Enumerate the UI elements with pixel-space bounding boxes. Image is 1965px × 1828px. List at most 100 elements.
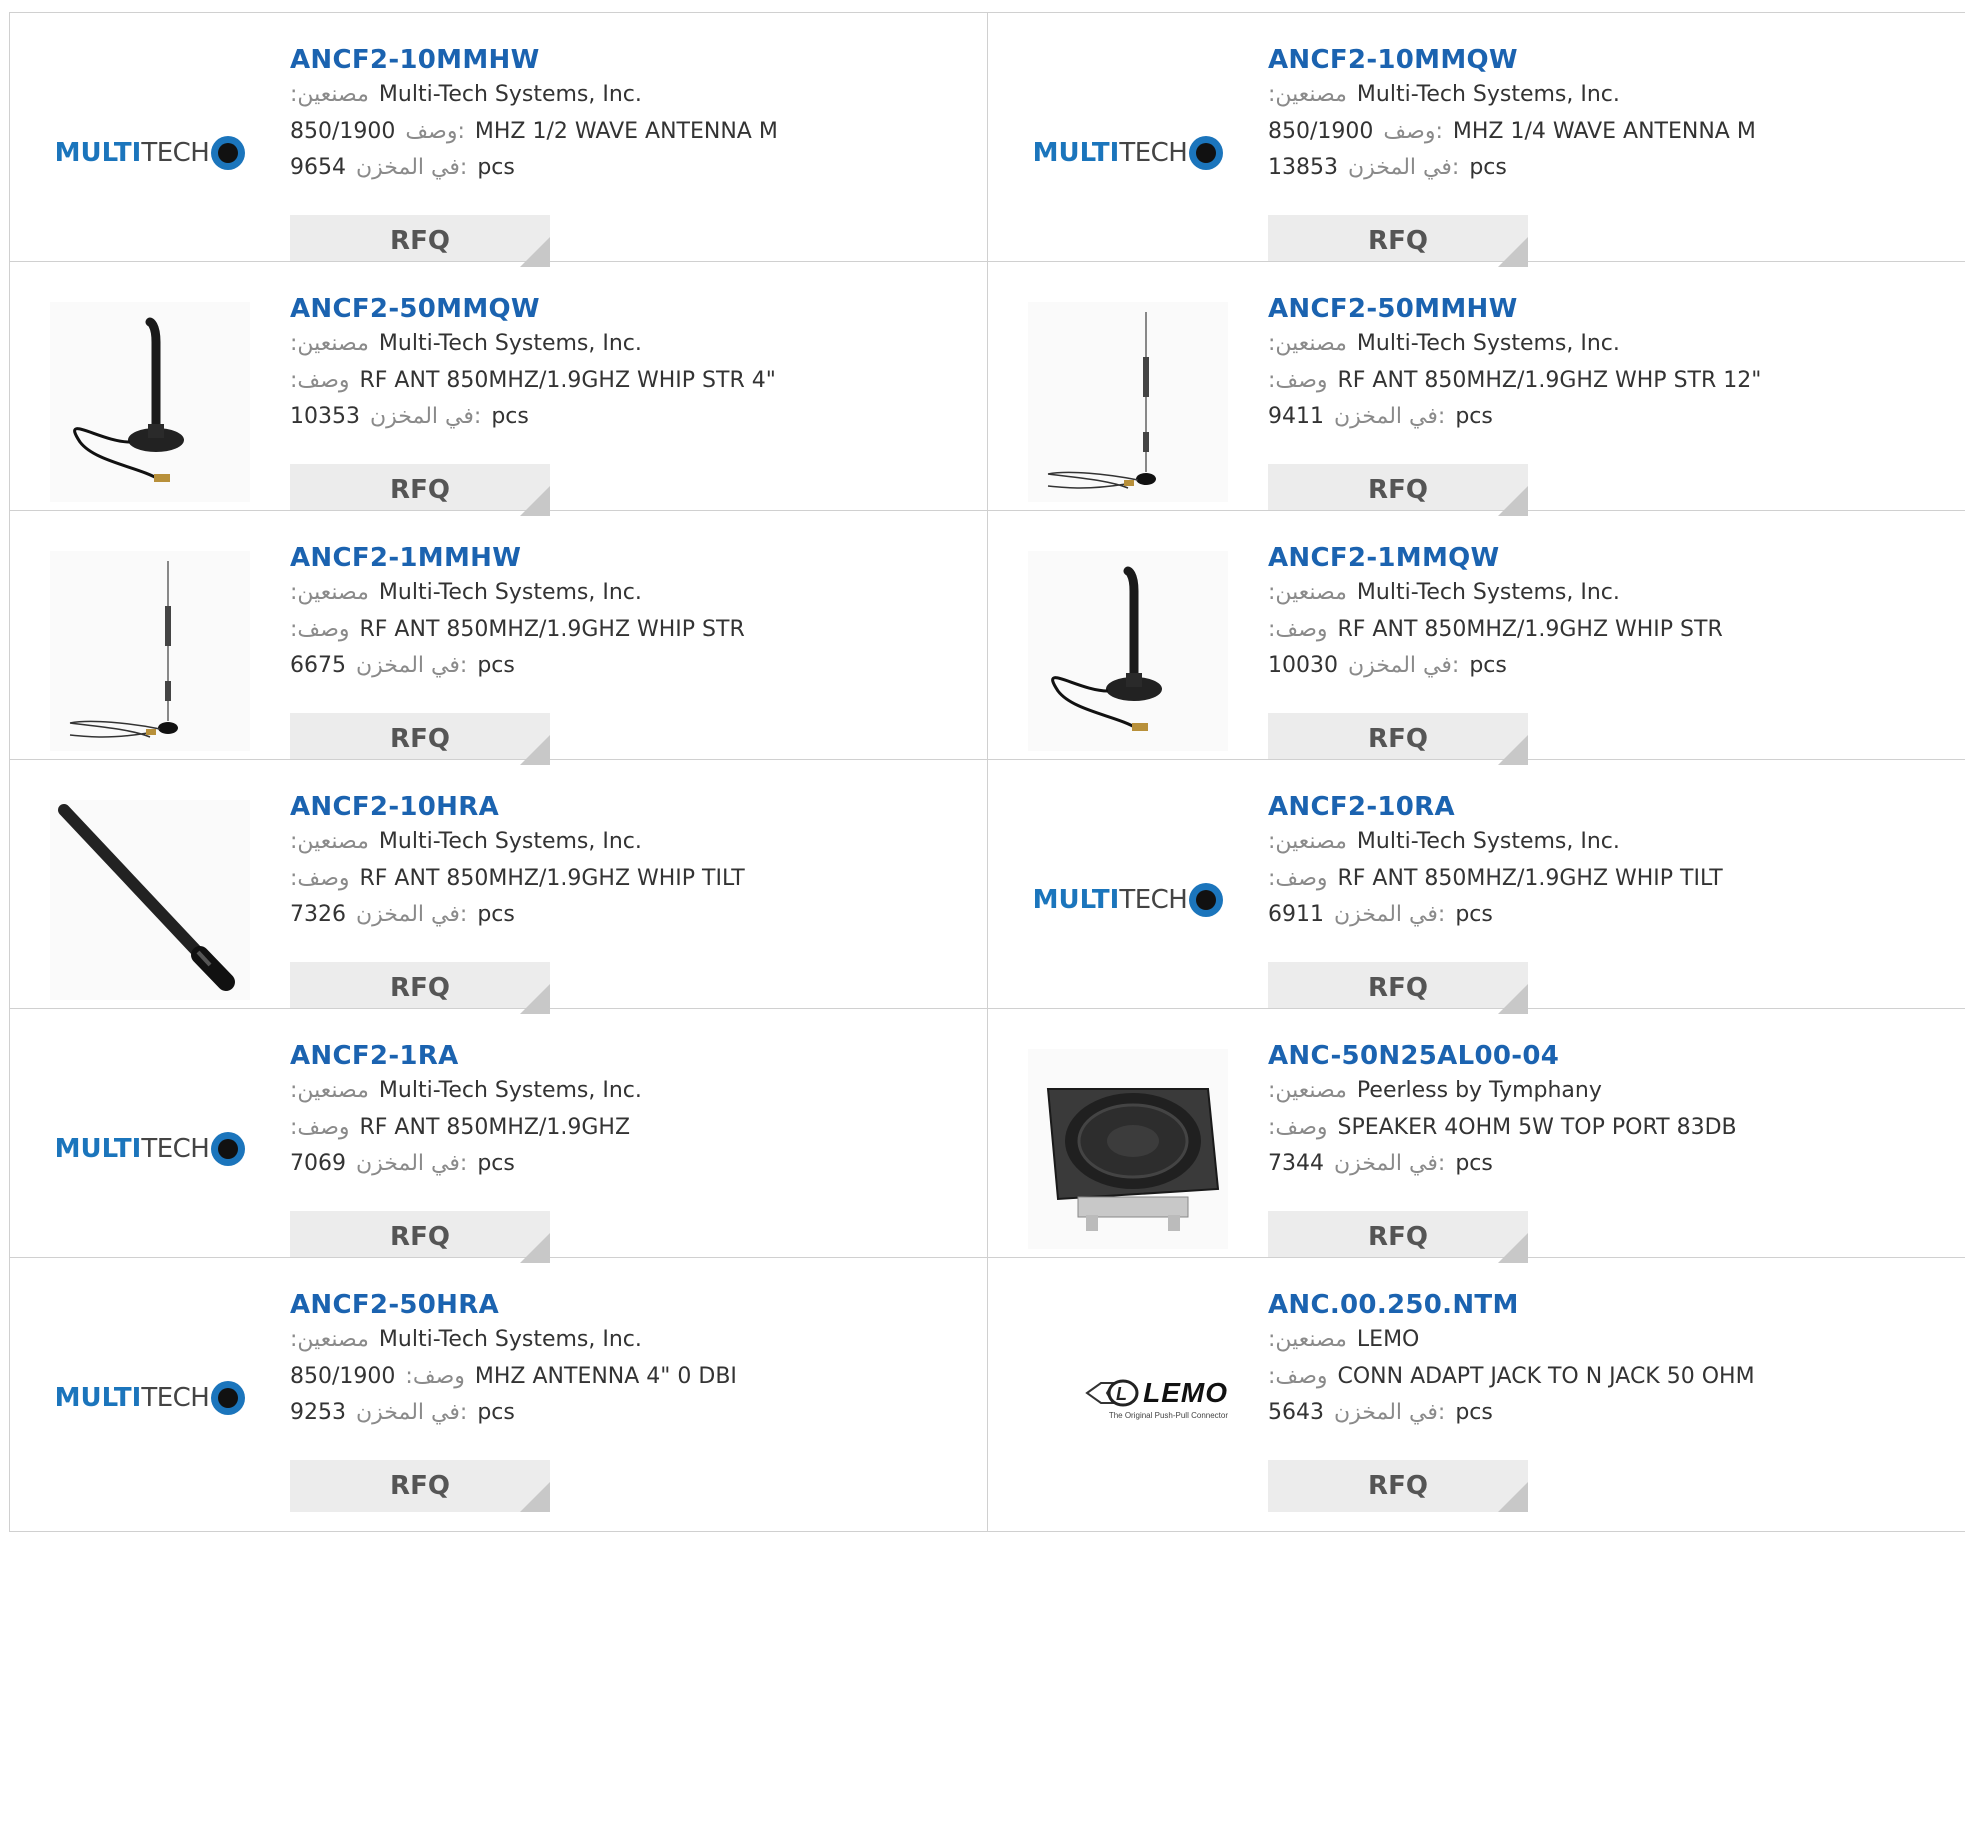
product-card: MULTI TECH ANCF2-10RA :مصنعين Multi-Tech S… (987, 759, 1965, 1034)
rfq-button[interactable]: RFQ (290, 1211, 550, 1263)
part-number-link[interactable]: ANCF2-50MMQW (290, 292, 978, 326)
product-image[interactable]: MULTI TECH (1028, 53, 1228, 253)
part-number-link[interactable]: ANCF2-10RA (1268, 790, 1955, 824)
rfq-label: RFQ (1368, 226, 1428, 256)
rfq-label: RFQ (1368, 1471, 1428, 1501)
lemo-brand-text: LEMO (1143, 1376, 1228, 1408)
stock-row: 9411 في المخزن: pcs (1268, 399, 1955, 436)
magnet-short-antenna-photo (50, 302, 250, 502)
product-image[interactable] (50, 551, 250, 751)
rfq-button[interactable]: RFQ (1268, 215, 1528, 267)
rfq-button[interactable]: RFQ (290, 962, 550, 1014)
product-image[interactable]: MULTI TECH (50, 1298, 250, 1498)
rfq-button[interactable]: RFQ (1268, 962, 1528, 1014)
product-image[interactable]: MULTI TECH (1028, 800, 1228, 1000)
rfq-label: RFQ (1368, 1222, 1428, 1252)
product-info: ANCF2-1RA :مصنعين Multi-Tech Systems, Inc… (290, 1039, 978, 1183)
part-number-link[interactable]: ANCF2-10HRA (290, 790, 978, 824)
part-number-link[interactable]: ANC-50N25AL00-04 (1268, 1039, 1955, 1073)
manufacturer-label: :مصنعين (1268, 1078, 1347, 1103)
description-value: SPEAKER 4OHM 5W TOP PORT 83DB (1337, 1114, 1737, 1140)
description-value: MHZ 1/4 WAVE ANTENNA M (1452, 118, 1756, 144)
description-value: CONN ADAPT JACK TO N JACK 50 OHM (1337, 1363, 1755, 1389)
part-number-link[interactable]: ANCF2-1MMHW (290, 541, 978, 575)
product-image[interactable]: MULTI TECH (50, 1049, 250, 1249)
stock-row: 10353 في المخزن: pcs (290, 399, 978, 436)
manufacturer-value: Multi-Tech Systems, Inc. (1356, 829, 1620, 854)
part-number-link[interactable]: ANCF2-1RA (290, 1039, 978, 1073)
logo-text-multi: MULTI (1032, 138, 1120, 168)
part-number-link[interactable]: ANCF2-50MMHW (1268, 292, 1955, 326)
stock-label: في المخزن: (1334, 1400, 1446, 1425)
stock-unit: pcs (1455, 404, 1493, 429)
product-card: ANCF2-50MMQW :مصنعين Multi-Tech Systems, … (9, 261, 989, 536)
manufacturer-value: LEMO (1356, 1327, 1420, 1352)
svg-text:L: L (1116, 1384, 1127, 1404)
stock-row: 6911 في المخزن: pcs (1268, 897, 1955, 934)
logo-text-multi: MULTI (54, 1383, 142, 1413)
description-row: 850/1900 وصف: MHZ 1/4 WAVE ANTENNA M (1268, 114, 1955, 151)
manufacturer-label: :مصنعين (290, 1078, 369, 1103)
rfq-label: RFQ (390, 1471, 450, 1501)
description-label: :وصف (1268, 367, 1328, 393)
description-value: RF ANT 850MHZ/1.9GHZ WHIP STR 4" (359, 367, 776, 393)
part-number-link[interactable]: ANCF2-50HRA (290, 1288, 978, 1322)
description-value: RF ANT 850MHZ/1.9GHZ (359, 1114, 631, 1140)
stock-label: في المخزن: (356, 1400, 468, 1425)
product-card: ANCF2-50MMHW :مصنعين Multi-Tech Systems, … (987, 261, 1965, 536)
whip-tall-antenna-photo (1028, 302, 1228, 502)
multitech-logo: MULTI TECH (1033, 883, 1224, 917)
rfq-button[interactable]: RFQ (1268, 1460, 1528, 1512)
multitech-logo: MULTI TECH (1033, 136, 1224, 170)
multitech-logo: MULTI TECH (55, 1381, 246, 1415)
manufacturer-value: Multi-Tech Systems, Inc. (378, 331, 642, 356)
rfq-button[interactable]: RFQ (290, 713, 550, 765)
manufacturer-row: :مصنعين Multi-Tech Systems, Inc. (1268, 575, 1955, 612)
rfq-label: RFQ (390, 226, 450, 256)
rfq-button[interactable]: RFQ (290, 1460, 550, 1512)
manufacturer-value: Multi-Tech Systems, Inc. (1356, 331, 1620, 356)
part-number-link[interactable]: ANC.00.250.NTM (1268, 1288, 1955, 1322)
product-info: ANC.00.250.NTM :مصنعين LEMO :وصف CONN ADAP… (1268, 1288, 1955, 1432)
product-image[interactable]: L LEMO The Original Push-Pull Connector (1028, 1298, 1228, 1498)
logo-text-multi: MULTI (54, 138, 142, 168)
part-number-link[interactable]: ANCF2-10MMQW (1268, 43, 1955, 77)
rfq-button[interactable]: RFQ (290, 215, 550, 267)
product-card: ANC-50N25AL00-04 :مصنعين Peerless by Tymp… (987, 1008, 1965, 1283)
manufacturer-value: Multi-Tech Systems, Inc. (378, 580, 642, 605)
rfq-label: RFQ (390, 475, 450, 505)
stock-label: في المخزن: (1334, 1151, 1446, 1176)
part-number-link[interactable]: ANCF2-1MMQW (1268, 541, 1955, 575)
part-number-link[interactable]: ANCF2-10MMHW (290, 43, 978, 77)
product-image[interactable] (50, 302, 250, 502)
logo-text-tech: TECH (141, 1134, 210, 1164)
manufacturer-value: Multi-Tech Systems, Inc. (1356, 82, 1620, 107)
product-card: MULTI TECH ANCF2-50HRA :مصنعين Multi-Tech … (9, 1257, 989, 1532)
description-value: RF ANT 850MHZ/1.9GHZ WHIP TILT (359, 865, 745, 891)
description-value: RF ANT 850MHZ/1.9GHZ WHIP STR (359, 616, 745, 642)
rfq-button[interactable]: RFQ (1268, 713, 1528, 765)
stock-value: 9253 (290, 1400, 346, 1425)
description-value: MHZ 1/2 WAVE ANTENNA M (474, 118, 778, 144)
description-row: :وصف SPEAKER 4OHM 5W TOP PORT 83DB (1268, 1110, 1955, 1147)
manufacturer-label: :مصنعين (1268, 1327, 1347, 1352)
product-info: ANCF2-10HRA :مصنعين Multi-Tech Systems, I… (290, 790, 978, 934)
product-image[interactable] (50, 800, 250, 1000)
stock-label: في المخزن: (356, 902, 468, 927)
stock-label: في المخزن: (356, 653, 468, 678)
description-row: :وصف RF ANT 850MHZ/1.9GHZ WHIP TILT (290, 861, 978, 898)
product-image[interactable]: MULTI TECH (50, 53, 250, 253)
manufacturer-label: :مصنعين (1268, 331, 1347, 356)
product-info: ANCF2-10MMHW :مصنعين Multi-Tech Systems, … (290, 43, 978, 187)
product-image[interactable] (1028, 302, 1228, 502)
product-image[interactable] (1028, 551, 1228, 751)
rfq-button[interactable]: RFQ (1268, 464, 1528, 516)
rfq-button[interactable]: RFQ (1268, 1211, 1528, 1263)
description-label: :وصف (405, 1363, 465, 1389)
product-info: ANCF2-50HRA :مصنعين Multi-Tech Systems, I… (290, 1288, 978, 1432)
product-info: ANC-50N25AL00-04 :مصنعين Peerless by Tymp… (1268, 1039, 1955, 1183)
description-row: :وصف RF ANT 850MHZ/1.9GHZ WHIP STR (1268, 612, 1955, 649)
stock-unit: pcs (477, 1151, 515, 1176)
rfq-button[interactable]: RFQ (290, 464, 550, 516)
product-image[interactable] (1028, 1049, 1228, 1249)
